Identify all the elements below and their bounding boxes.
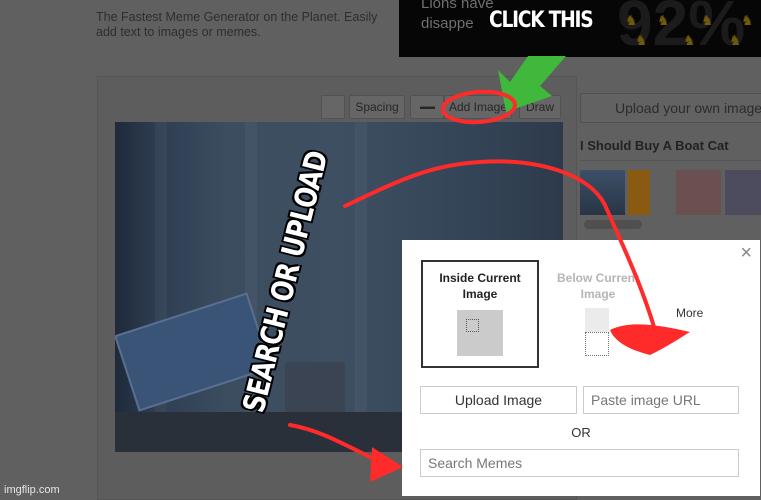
inside-image-icon [457, 310, 503, 356]
option-inside-current-image[interactable]: Inside Current Image [421, 260, 539, 368]
upload-own-image-button[interactable]: Upload your own image [580, 93, 761, 123]
template-thumbnail[interactable] [725, 170, 761, 215]
below-image-icon [585, 308, 609, 332]
lion-icon: ♞ [683, 32, 696, 48]
close-icon[interactable]: × [740, 242, 752, 265]
template-thumbnail[interactable] [676, 170, 721, 215]
ad-text-line2: disappe [421, 15, 474, 32]
paste-image-url-input[interactable] [583, 386, 739, 414]
lion-icon: ♞ [729, 32, 742, 48]
site-tagline: The Fastest Meme Generator on the Planet… [96, 10, 378, 39]
upload-image-button[interactable]: Upload Image [420, 386, 577, 414]
ad-text-line1: Lions have [421, 0, 494, 12]
lion-icon: ♞ [625, 12, 638, 28]
more-options-link[interactable]: More [676, 306, 703, 320]
add-image-dialog: × Inside Current Image Below Current Ima… [402, 240, 760, 496]
thumbnail-label-placeholder [584, 220, 642, 229]
lion-icon: ♞ [635, 32, 648, 48]
spacing-button[interactable]: Spacing [349, 95, 405, 119]
below-image-placeholder [585, 332, 609, 356]
lion-icon: ♞ [701, 12, 714, 28]
lion-icon: ♞ [741, 12, 754, 28]
option-below-current-image[interactable]: Below Current Image [539, 260, 657, 368]
or-separator: OR [571, 425, 591, 440]
imgflip-watermark: imgflip.com [4, 484, 60, 496]
curtain-fold [355, 122, 367, 452]
option-inside-label: Inside Current Image [439, 271, 521, 301]
search-memes-input[interactable] [420, 449, 739, 477]
sunglasses-button[interactable]: ▬▬ [410, 95, 444, 119]
add-image-button[interactable]: Add Image [444, 95, 512, 119]
toolbar-button[interactable] [321, 95, 345, 119]
ad-text: Lions have disappe [421, 0, 494, 34]
template-thumbnail[interactable] [580, 170, 625, 215]
option-below-label: Below Current Image [556, 271, 639, 301]
click-this-annotation: CLICK THIS [489, 8, 594, 33]
divider [580, 160, 761, 161]
template-thumbnail[interactable] [628, 170, 650, 215]
lion-icon: ♞ [657, 12, 670, 28]
sunglasses-icon: ▬▬ [420, 102, 435, 111]
draw-button[interactable]: Draw [519, 95, 561, 119]
template-title: I Should Buy A Boat Cat [580, 138, 729, 153]
